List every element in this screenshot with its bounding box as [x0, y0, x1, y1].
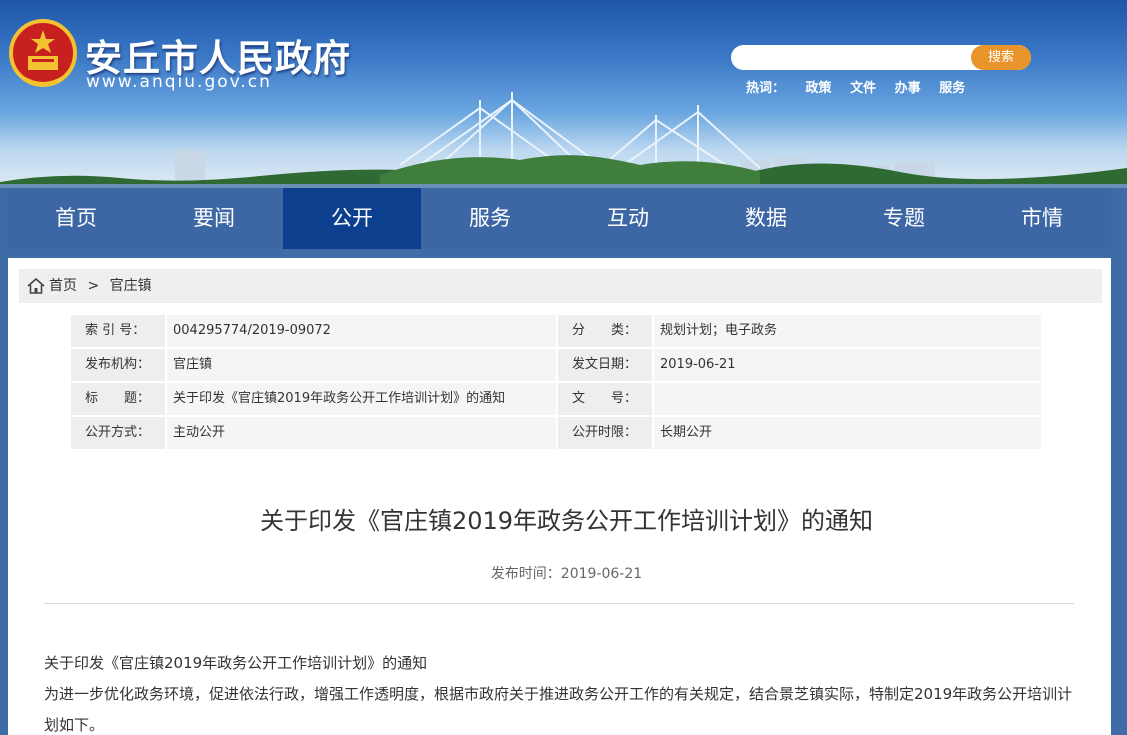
meta-value-index: 004295774/2019-09072 — [167, 315, 558, 349]
search-button[interactable]: 搜索 — [971, 45, 1031, 70]
hot-word-service[interactable]: 服务 — [939, 81, 965, 96]
nav-disclosure[interactable]: 公开 — [283, 188, 421, 249]
hot-word-services-handling[interactable]: 办事 — [895, 81, 921, 96]
meta-row: 标 题： 关于印发《官庄镇2019年政务公开工作培训计划》的通知 文 号： — [71, 383, 1046, 417]
breadcrumb: 首页 > 官庄镇 — [19, 269, 1102, 303]
article-paragraph: 关于印发《官庄镇2019年政务公开工作培训计划》的通知 — [44, 654, 428, 672]
hot-words: 热词： 政策 文件 办事 服务 — [746, 77, 979, 96]
meta-row: 公开方式： 主动公开 公开时限： 长期公开 — [71, 417, 1046, 451]
meta-label-doc-number: 文 号： — [558, 383, 654, 417]
header-banner: 安丘市人民政府 www.anqiu.gov.cn 搜索 热词： 政策 文件 办事… — [0, 0, 1127, 188]
meta-value-category: 规划计划；电子政务 — [654, 315, 1043, 349]
nav-home[interactable]: 首页 — [7, 188, 145, 249]
publish-time: 发布时间：2019-06-21 — [490, 566, 643, 582]
meta-value-disclosure-method: 主动公开 — [167, 417, 558, 451]
content-card: 首页 > 官庄镇 索 引 号： 004295774/2019-09072 分 类… — [8, 258, 1111, 735]
nav-topics[interactable]: 专题 — [835, 188, 973, 249]
meta-label-publisher: 发布机构： — [71, 349, 167, 383]
breadcrumb-separator: > — [87, 278, 100, 294]
nav-city-info[interactable]: 市情 — [973, 188, 1111, 249]
meta-label-index: 索 引 号： — [71, 315, 167, 349]
nav-data[interactable]: 数据 — [697, 188, 835, 249]
breadcrumb-home[interactable]: 首页 — [49, 278, 77, 294]
meta-label-disclosure-period: 公开时限： — [558, 417, 654, 451]
hot-words-label: 热词： — [746, 81, 786, 96]
article-body: 关于印发《官庄镇2019年政务公开工作培训计划》的通知 为进一步优化政务环境，促… — [44, 648, 1084, 735]
divider — [44, 603, 1074, 604]
meta-label-category: 分 类： — [558, 315, 654, 349]
meta-value-issue-date: 2019-06-21 — [654, 349, 1043, 383]
meta-row: 索 引 号： 004295774/2019-09072 分 类： 规划计划；电子… — [71, 315, 1046, 349]
hot-word-documents[interactable]: 文件 — [850, 81, 876, 96]
meta-value-title: 关于印发《官庄镇2019年政务公开工作培训计划》的通知 — [167, 383, 558, 417]
home-icon[interactable] — [27, 278, 45, 294]
meta-row: 发布机构： 官庄镇 发文日期： 2019-06-21 — [71, 349, 1046, 383]
site-domain: www.anqiu.gov.cn — [86, 72, 272, 92]
national-emblem-icon — [9, 19, 77, 87]
meta-label-title: 标 题： — [71, 383, 167, 417]
meta-value-doc-number — [654, 383, 1043, 417]
nav-interaction[interactable]: 互动 — [559, 188, 697, 249]
main-nav: 首页 要闻 公开 服务 互动 数据 专题 市情 — [7, 188, 1111, 249]
article-paragraph: 为进一步优化政务环境，促进依法行政，增强工作透明度，根据市政府关于推进政务公开工… — [44, 685, 1073, 734]
search-input[interactable] — [743, 48, 963, 67]
meta-label-issue-date: 发文日期： — [558, 349, 654, 383]
hot-word-policy[interactable]: 政策 — [806, 81, 832, 96]
meta-label-disclosure-method: 公开方式： — [71, 417, 167, 451]
nav-services[interactable]: 服务 — [421, 188, 559, 249]
breadcrumb-current[interactable]: 官庄镇 — [110, 278, 152, 294]
nav-news[interactable]: 要闻 — [145, 188, 283, 249]
meta-value-publisher: 官庄镇 — [167, 349, 558, 383]
article-title: 关于印发《官庄镇2019年政务公开工作培训计划》的通知 — [259, 507, 874, 535]
document-meta-table: 索 引 号： 004295774/2019-09072 分 类： 规划计划；电子… — [71, 315, 1046, 451]
meta-value-disclosure-period: 长期公开 — [654, 417, 1043, 451]
